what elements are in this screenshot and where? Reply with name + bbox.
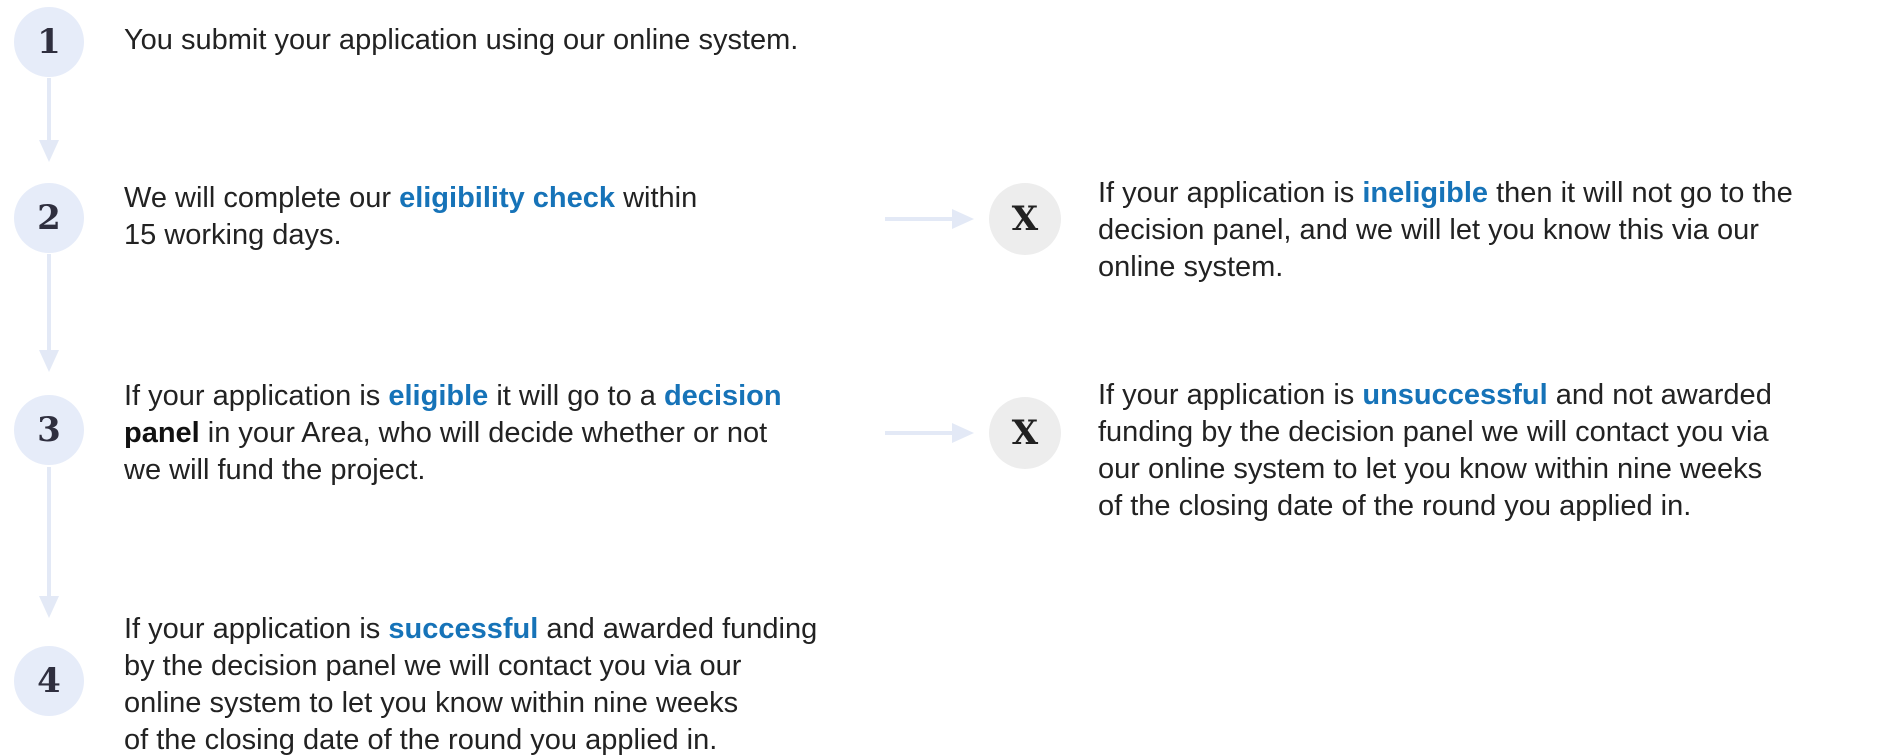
text-segment: If your application is: [1098, 177, 1363, 209]
text-segment: our online system to let you know within…: [1098, 453, 1763, 485]
step-1-text: You submit your application using our on…: [124, 22, 798, 59]
step-4-number: 4: [37, 661, 61, 701]
text-segment: of the closing date of the round you app…: [1098, 490, 1692, 522]
step-4-text-line: of the closing date of the round you app…: [124, 722, 817, 755]
highlight-term: successful: [388, 613, 539, 645]
text-segment: by the decision panel we will contact yo…: [124, 650, 742, 682]
step-4-text: If your application is successful and aw…: [124, 611, 817, 755]
outcome-ineligible-circle: X: [989, 183, 1061, 255]
step-4-text-line: If your application is successful and aw…: [124, 611, 817, 648]
text-segment: then it will not go to the: [1488, 177, 1793, 209]
step-4-text-line: by the decision panel we will contact yo…: [124, 648, 817, 685]
highlight-term: eligible: [388, 380, 489, 412]
highlight-term: decision: [663, 380, 782, 412]
step-2-text-line: 15 working days.: [124, 217, 697, 254]
step-3-text-line: If your application is eligible it will …: [124, 378, 782, 415]
text-segment: and not awarded: [1547, 379, 1772, 411]
text-segment: 15 working days.: [124, 219, 342, 251]
text-segment: If your application is: [1098, 379, 1363, 411]
bold-term: panel: [124, 417, 200, 449]
text-segment: decision panel, and we will let you know…: [1098, 214, 1759, 246]
connector-2-outcome-arrowhead: [952, 209, 974, 229]
step-3-number: 3: [37, 410, 61, 450]
outcome-unsuccessful-circle: X: [989, 397, 1061, 469]
step-1-number: 1: [37, 22, 61, 62]
step-3-number-circle: 3: [14, 395, 84, 465]
connector-2-3-arrowhead: [39, 350, 59, 372]
text-segment: and awarded funding: [538, 613, 818, 645]
text-segment: If your application is: [124, 613, 389, 645]
highlight-term: unsuccessful: [1362, 379, 1548, 411]
outcome-unsuccessful-x-icon: X: [1011, 413, 1039, 453]
outcome-unsuccessful-text-line: of the closing date of the round you app…: [1098, 488, 1772, 525]
step-4-text-line: online system to let you know within nin…: [124, 685, 817, 722]
step-2-text: We will complete our eligibility check w…: [124, 180, 697, 254]
outcome-ineligible-text-line: decision panel, and we will let you know…: [1098, 212, 1793, 249]
outcome-unsuccessful-text-line: If your application is unsuccessful and …: [1098, 377, 1772, 414]
step-1-text-line: You submit your application using our on…: [124, 22, 798, 59]
step-3-text-line: we will fund the project.: [124, 452, 782, 489]
connector-1-2-arrowhead: [39, 140, 59, 162]
text-segment: within: [615, 182, 698, 214]
text-segment: of the closing date of the round you app…: [124, 724, 718, 755]
step-2-number-circle: 2: [14, 183, 84, 253]
outcome-unsuccessful-text-line: our online system to let you know within…: [1098, 451, 1772, 488]
text-segment: online system to let you know within nin…: [124, 687, 739, 719]
text-segment: in your Area, who will decide whether or…: [199, 417, 768, 449]
highlight-term: eligibility check: [399, 182, 616, 214]
connector-3-outcome-arrowhead: [952, 423, 974, 443]
text-segment: If your application is: [124, 380, 389, 412]
outcome-ineligible-x-icon: X: [1011, 199, 1039, 239]
text-segment: We will complete our: [124, 182, 400, 214]
text-segment: You submit your application using our on…: [124, 24, 799, 56]
text-segment: it will go to a: [488, 380, 664, 412]
outcome-unsuccessful-text: If your application is unsuccessful and …: [1098, 377, 1772, 525]
step-3-text-line: panel in your Area, who will decide whet…: [124, 415, 782, 452]
step-1-number-circle: 1: [14, 7, 84, 77]
text-segment: funding by the decision panel we will co…: [1098, 416, 1769, 448]
outcome-ineligible-text-line: If your application is ineligible then i…: [1098, 175, 1793, 212]
highlight-term: ineligible: [1362, 177, 1489, 209]
step-4-number-circle: 4: [14, 646, 84, 716]
connector-3-4-arrowhead: [39, 596, 59, 618]
process-flow-diagram: 1 You submit your application using our …: [0, 0, 1897, 755]
step-2-number: 2: [37, 198, 61, 238]
outcome-unsuccessful-text-line: funding by the decision panel we will co…: [1098, 414, 1772, 451]
outcome-ineligible-text-line: online system.: [1098, 249, 1793, 286]
step-3-text: If your application is eligible it will …: [124, 378, 782, 489]
text-segment: we will fund the project.: [124, 454, 426, 486]
step-2-text-line: We will complete our eligibility check w…: [124, 180, 697, 217]
outcome-ineligible-text: If your application is ineligible then i…: [1098, 175, 1793, 286]
text-segment: online system.: [1098, 251, 1284, 283]
